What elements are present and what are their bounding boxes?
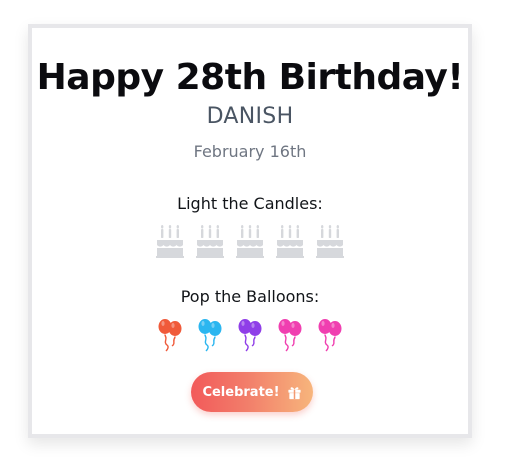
cake-icon[interactable]	[195, 224, 225, 258]
celebrate-label: Celebrate!	[202, 384, 280, 400]
balloons-row	[32, 318, 468, 352]
cake-icon[interactable]	[315, 224, 345, 258]
cake-icon[interactable]	[275, 224, 305, 258]
cake-icon[interactable]	[235, 224, 265, 258]
birthday-title: Happy 28th Birthday!	[36, 57, 464, 98]
candles-label: Light the Candles:	[177, 194, 323, 213]
cake-icon[interactable]	[155, 224, 185, 258]
candles-row	[32, 224, 468, 258]
balloon-icon[interactable]	[275, 318, 305, 352]
birthday-date: February 16th	[193, 142, 307, 161]
person-name: DANISH	[206, 104, 294, 129]
balloon-icon[interactable]	[195, 318, 225, 352]
birthday-card: Happy 28th Birthday! DANISH February 16t…	[28, 24, 472, 438]
balloons-label: Pop the Balloons:	[180, 287, 320, 306]
gift-icon	[287, 386, 301, 399]
balloon-icon[interactable]	[155, 318, 185, 352]
celebrate-button[interactable]: Celebrate!	[191, 372, 313, 412]
balloon-icon[interactable]	[235, 318, 265, 352]
balloon-icon[interactable]	[315, 318, 345, 352]
